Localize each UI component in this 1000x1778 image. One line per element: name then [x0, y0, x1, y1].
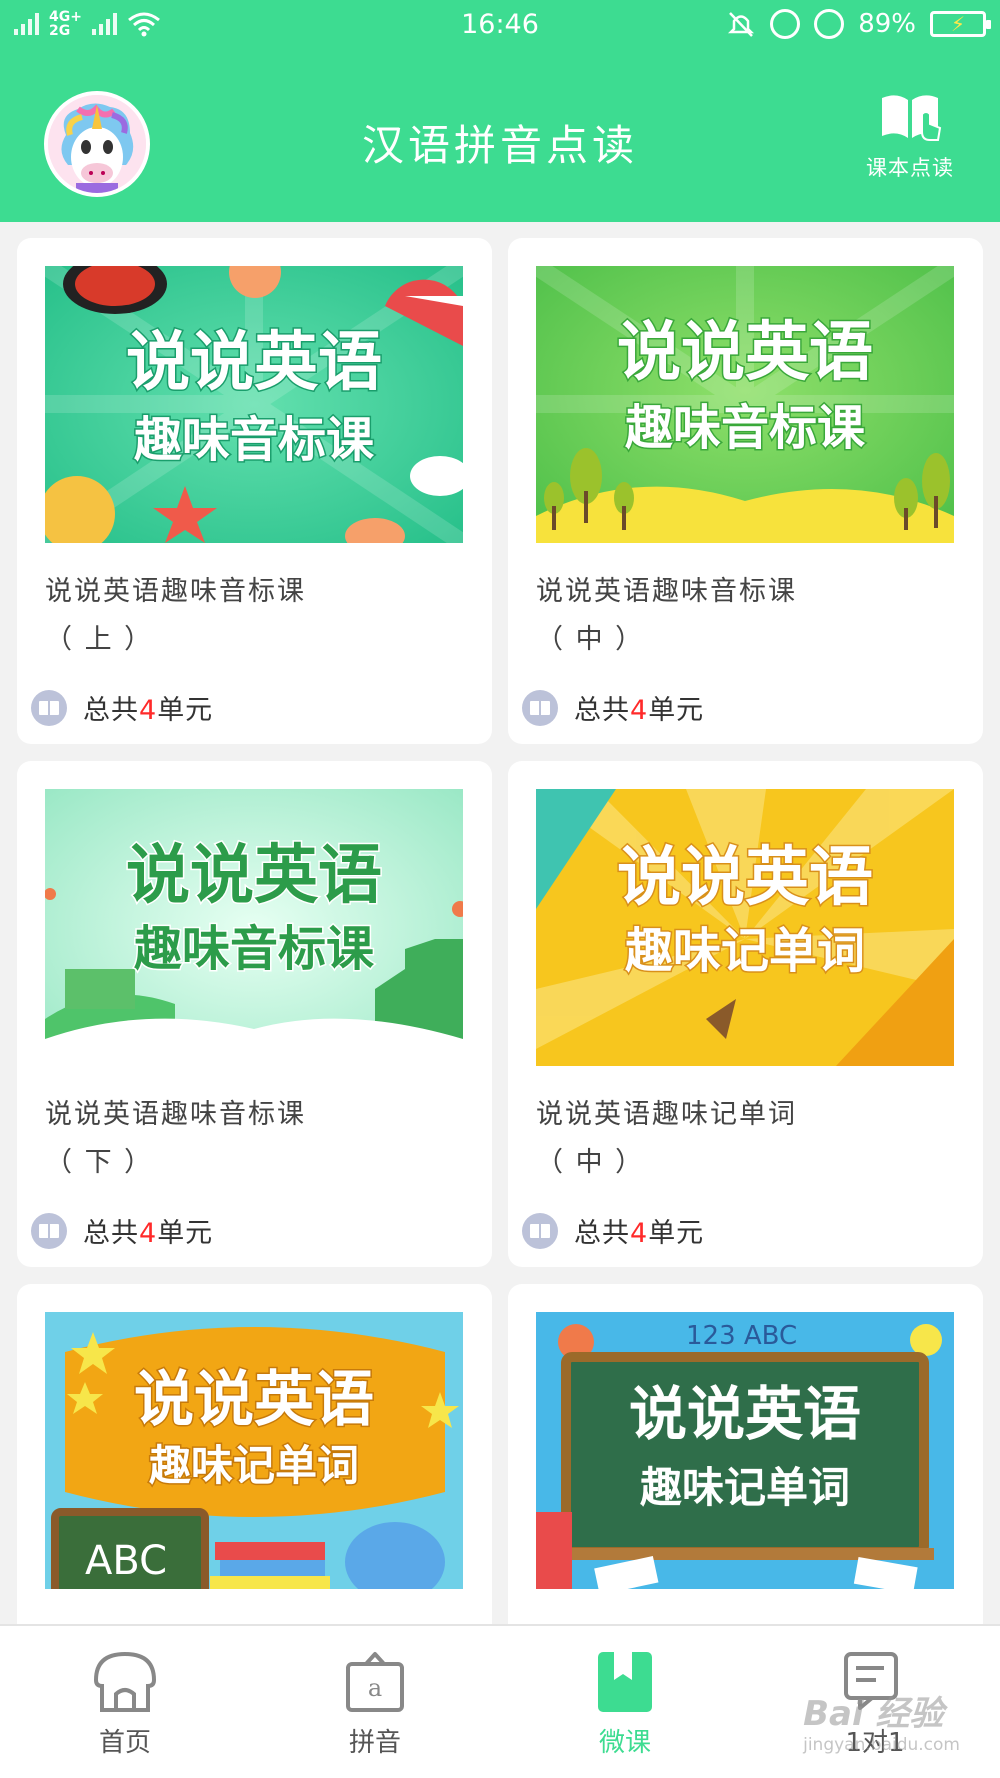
status-icons: 89% ⚡: [726, 9, 991, 39]
unit-count: 总共4单元: [31, 688, 213, 727]
textbook-button-label: 课本点读: [866, 156, 954, 180]
tab-home-label: 首页: [98, 1728, 151, 1758]
unit-count: 总共4单元: [31, 1211, 213, 1250]
book-icon: [522, 1212, 558, 1249]
banner-line2: 趣味音标课: [134, 921, 375, 977]
banner-line1: 说说英语: [134, 1365, 374, 1435]
course-title-line2: （ 下 ）: [45, 1147, 154, 1178]
course-card[interactable]: 说说英语 趣味记单词 说说英语趣味记单词 （ 中 ） 总共4单元: [508, 761, 983, 1267]
course-title-line2: （ 中 ）: [536, 624, 645, 655]
battery-icon: ⚡: [930, 11, 991, 37]
course-banner: 说说英语 趣味音标课: [45, 789, 463, 1066]
tab-pinyin-label: 拼音: [348, 1728, 401, 1758]
course-banner: ABC 说说英语 趣味记单词: [45, 1312, 463, 1589]
watermark-url: jingyan.baidu.com: [803, 1735, 960, 1755]
banner-line2: 趣味记单词: [640, 1463, 850, 1512]
course-banner: 说说英语 趣味记单词: [536, 789, 954, 1066]
course-banner: 说说英语 趣味音标课: [536, 266, 954, 543]
chalkboard-letters: 123 ABC: [686, 1321, 797, 1351]
banner-line2: 趣味音标课: [625, 400, 866, 456]
tab-pinyin[interactable]: a 拼音: [250, 1626, 500, 1778]
tab-microcourse[interactable]: 微课: [500, 1626, 750, 1778]
course-banner: 说说英语 趣味音标课: [45, 266, 463, 543]
tab-home[interactable]: 首页: [0, 1626, 250, 1778]
course-card[interactable]: 说说英语 趣味音标课 说说英语趣味音标课 （ 上 ） 总共4单元: [17, 238, 492, 744]
pinyin-icon: a: [346, 1652, 404, 1712]
unit-count: 总共4单元: [522, 1211, 704, 1250]
course-card[interactable]: ABC 说说英语 趣味记单词: [17, 1284, 492, 1644]
banner-line2: 趣味记单词: [625, 923, 865, 979]
banner-line1: 说说英语: [126, 326, 382, 400]
unit-count-text: 总共4单元: [83, 1218, 214, 1249]
unit-count-text: 总共4单元: [574, 1218, 705, 1249]
svg-text:a: a: [368, 1674, 382, 1702]
alarm-icon: [814, 9, 845, 39]
book-icon: [31, 1212, 67, 1249]
textbook-reading-button[interactable]: 课本点读: [850, 92, 970, 192]
battery-percent: 89%: [858, 9, 916, 39]
banner-line1: 说说英语: [126, 839, 382, 913]
course-title: 说说英语趣味音标课 （ 上 ）: [45, 568, 463, 664]
mute-icon: [728, 12, 755, 37]
course-title-line1: 说说英语趣味音标课: [45, 1099, 306, 1130]
course-card[interactable]: 说说英语 趣味音标课 说说英语趣味音标课 （ 中 ） 总共4单元: [508, 238, 983, 744]
tab-microcourse-label: 微课: [598, 1728, 651, 1758]
course-title-line2: （ 上 ）: [45, 624, 154, 655]
chalkboard-letters: ABC: [85, 1538, 167, 1584]
course-card[interactable]: 说说英语 趣味音标课 说说英语趣味音标课 （ 下 ） 总共4单元: [17, 761, 492, 1267]
book-icon: [31, 689, 67, 726]
status-bar: 4G+ 2G 16:46 89% ⚡: [0, 0, 1000, 50]
home-icon: [93, 1651, 157, 1712]
course-title-line1: 说说英语趣味音标课: [536, 576, 797, 607]
banner-line2: 趣味记单词: [149, 1441, 359, 1490]
book-icon: [522, 689, 558, 726]
baidu-jingyan-watermark: Bai 经验 jingyan.baidu.com: [803, 1686, 960, 1755]
course-title-line2: （ 中 ）: [536, 1147, 645, 1178]
course-banner: 123 ABC 说说英语 趣味记单词: [536, 1312, 954, 1589]
course-title: 说说英语趣味音标课 （ 下 ）: [45, 1091, 463, 1187]
course-card[interactable]: 123 ABC 说说英语 趣味记单词: [508, 1284, 983, 1644]
course-title-line1: 说说英语趣味音标课: [45, 576, 306, 607]
course-title-line1: 说说英语趣味记单词: [536, 1099, 797, 1130]
course-title: 说说英语趣味记单词 （ 中 ）: [536, 1091, 954, 1187]
rotation-lock-icon: [770, 9, 801, 39]
banner-line1: 说说英语: [617, 316, 873, 390]
course-title: 说说英语趣味音标课 （ 中 ）: [536, 568, 954, 664]
bookmark-icon: [598, 1652, 652, 1712]
unit-count-text: 总共4单元: [574, 695, 705, 726]
banner-line2: 趣味音标课: [134, 412, 375, 468]
banner-line1: 说说英语: [629, 1380, 861, 1448]
app-header: 4G+ 2G 16:46 89% ⚡ 汉语拼音点读 课本点读: [0, 0, 1000, 222]
unit-count: 总共4单元: [522, 688, 704, 727]
unit-count-text: 总共4单元: [83, 695, 214, 726]
banner-line1: 说说英语: [617, 841, 873, 915]
open-book-touch-icon: [882, 95, 942, 141]
watermark-brand: Bai 经验: [803, 1694, 944, 1734]
